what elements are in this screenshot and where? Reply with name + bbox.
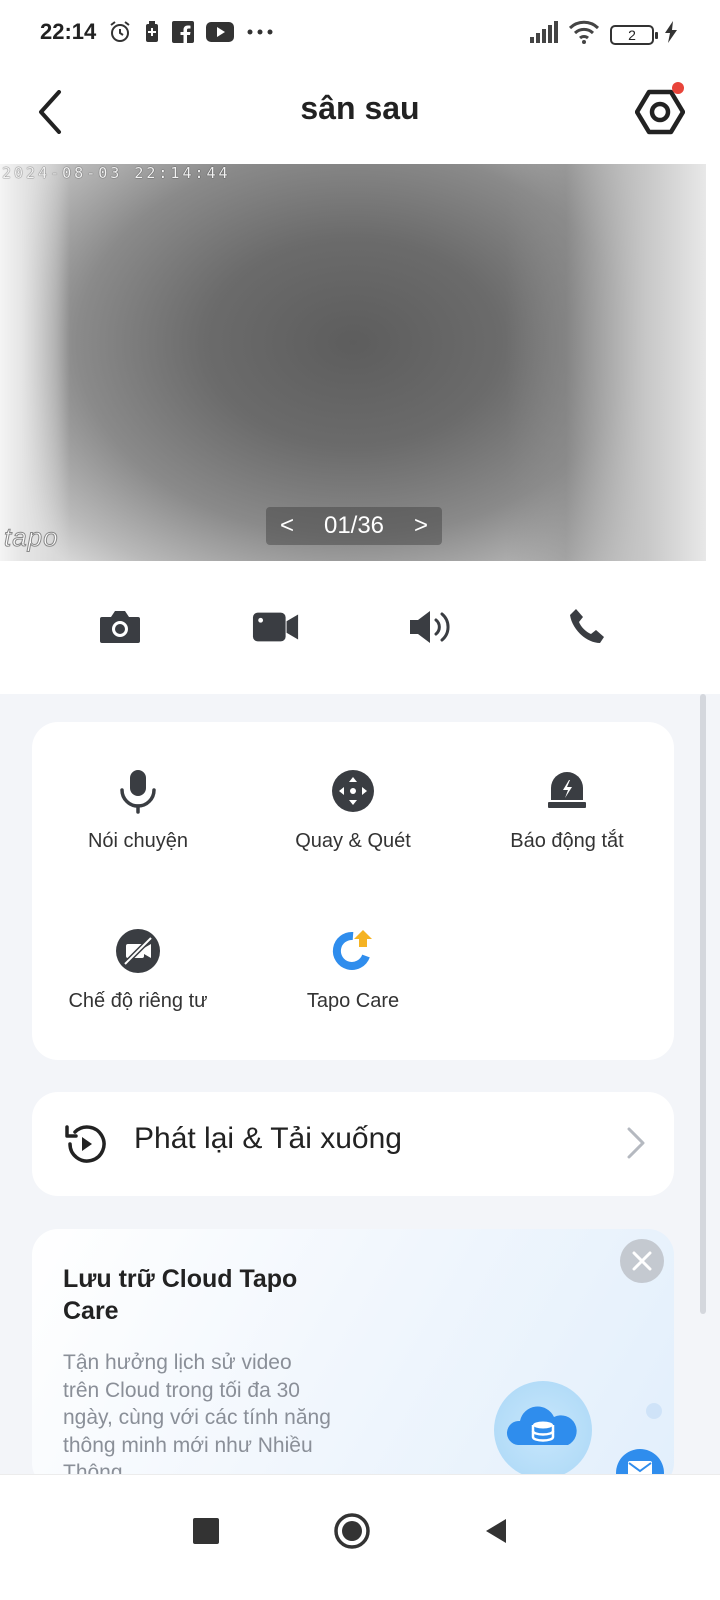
feature-card: Nói chuyện Quay & Quét Báo động tắt Chế … [32,722,674,1060]
alarm-icon [108,20,132,44]
video-pager: < 01/36 > [266,507,442,545]
call-button[interactable] [564,605,612,649]
cloud-database-icon [506,1406,577,1445]
back-arrow-icon [39,90,61,134]
system-back-button[interactable] [468,1503,524,1559]
playback-download-row[interactable]: Phát lại & Tải xuống [32,1092,674,1196]
pager-counter: 01/36 [323,512,385,539]
notification-dot [672,82,684,94]
decorative-dot [646,1403,662,1419]
feature-privacy[interactable]: Chế độ riêng tư [33,906,243,1026]
settings-button[interactable] [632,82,688,140]
tapo-watermark: tapo [4,522,59,553]
microphone-icon [113,766,163,816]
pager-next-button[interactable]: > [414,512,428,540]
video-timestamp: 2024-08-03 22:14:44 [2,164,231,182]
status-left-icons [108,20,274,44]
feature-label: Chế độ riêng tư [68,990,208,1012]
promo-description: Tận hưởng lịch sử video trên Cloud trong… [63,1351,331,1484]
pan-tilt-icon [328,766,378,816]
app-header: sân sau [0,64,720,164]
chevron-right-icon [627,1127,645,1159]
charging-icon [664,21,678,48]
recents-button[interactable] [178,1503,234,1559]
record-icon [252,612,299,642]
home-circle-icon [334,1513,370,1549]
feature-label: Tapo Care [306,990,400,1012]
playback-history-icon [65,1125,106,1163]
record-button[interactable] [252,605,300,649]
system-nav-bar [0,1474,720,1600]
cloud-storage-illustration [494,1381,592,1479]
pager-prev-button[interactable]: < [280,512,294,540]
more-dots-icon [246,28,274,36]
promo-close-button[interactable] [620,1239,664,1283]
speaker-icon [410,611,450,643]
scroll-content[interactable]: Nói chuyện Quay & Quét Báo động tắt Chế … [0,694,720,1489]
battery-level: 2 [628,26,636,43]
feature-label: Quay & Quét [295,830,411,852]
close-icon [632,1251,652,1271]
feature-talk[interactable]: Nói chuyện [33,746,243,866]
feature-label: Nói chuyện [87,830,189,852]
status-bar: 22:14 2 [0,0,720,64]
facebook-icon [172,21,195,43]
speaker-button[interactable] [407,605,455,649]
privacy-icon [113,926,163,976]
recents-square-icon [193,1518,219,1544]
snapshot-button[interactable] [96,605,144,649]
home-button[interactable] [324,1503,380,1559]
live-video[interactable]: 2024-08-03 22:14:44 tapo < 01/36 > [0,164,706,561]
feature-alarm[interactable]: Báo động tắt [462,746,672,866]
settings-icon [635,89,685,135]
promo-title: Lưu trữ Cloud Tapo Care [63,1265,298,1325]
call-icon [570,609,604,643]
back-triangle-icon [486,1519,506,1543]
wifi-icon [568,20,600,49]
scrollbar[interactable] [700,694,706,1314]
page-title: sân sau [300,90,420,126]
status-right-icons: 2 [530,20,678,49]
feature-pan-tilt[interactable]: Quay & Quét [248,746,458,866]
playback-label: Phát lại & Tải xuống [134,1122,402,1155]
feature-tapo-care[interactable]: Tapo Care [248,906,458,1026]
signal-icon [530,21,558,48]
battery-icon: 2 [610,24,658,45]
back-button[interactable] [28,84,72,140]
status-time: 22:14 [40,19,97,44]
youtube-icon [206,22,235,42]
tapo-care-promo-card[interactable]: Lưu trữ Cloud Tapo Care Tận hưởng lịch s… [32,1229,674,1489]
battery-saver-icon [144,20,160,44]
tapo-care-icon [328,926,378,976]
snapshot-icon [100,611,140,643]
feature-label: Báo động tắt [510,830,624,852]
video-controls [0,561,720,694]
alarm-siren-icon [542,766,592,816]
